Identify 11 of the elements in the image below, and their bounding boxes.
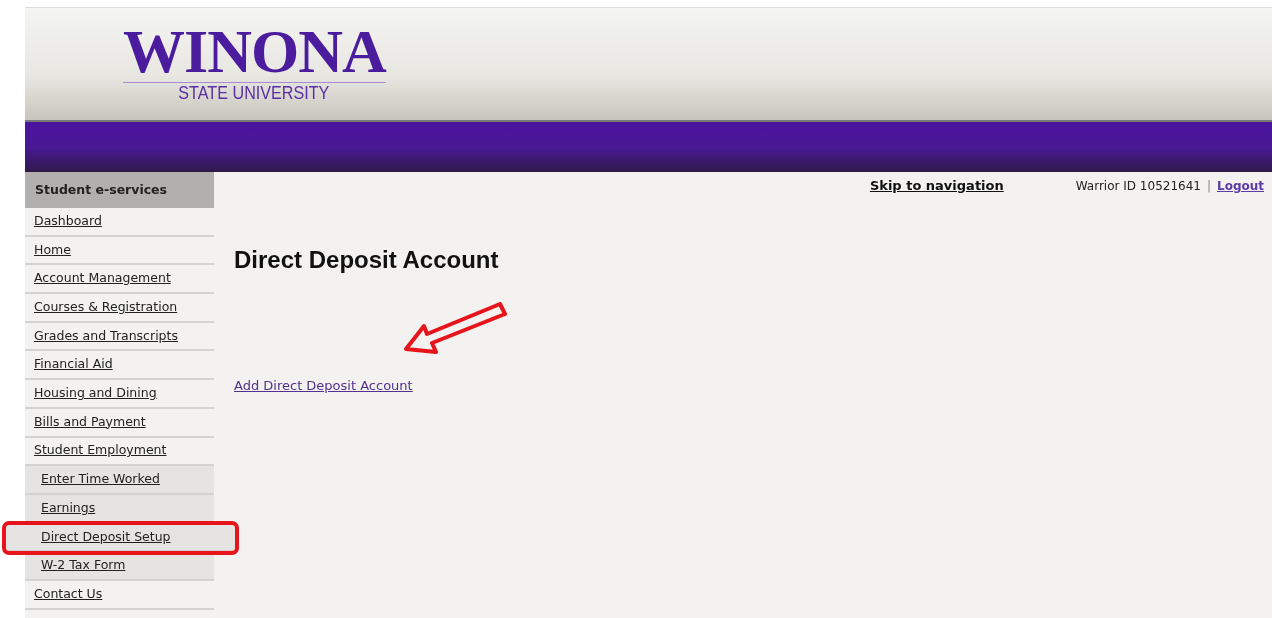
logo-wordmark: WINONA <box>123 20 386 83</box>
separator: | <box>1206 177 1211 195</box>
sidebar-item[interactable]: Direct Deposit Setup <box>5 523 236 553</box>
sidebar-item[interactable]: Enter Time Worked <box>25 466 214 495</box>
user-id: Warrior ID 10521641 <box>1075 177 1201 195</box>
logo-subtitle: STATE UNIVERSITY <box>178 83 330 104</box>
logout-link[interactable]: Logout <box>1217 176 1264 195</box>
page-title: Direct Deposit Account <box>234 244 500 275</box>
skip-link[interactable]: Skip to navigation <box>869 176 1004 196</box>
sidebar-title: Student e-services <box>25 172 214 208</box>
add-account-link[interactable]: Add Direct Deposit Account <box>234 375 413 395</box>
